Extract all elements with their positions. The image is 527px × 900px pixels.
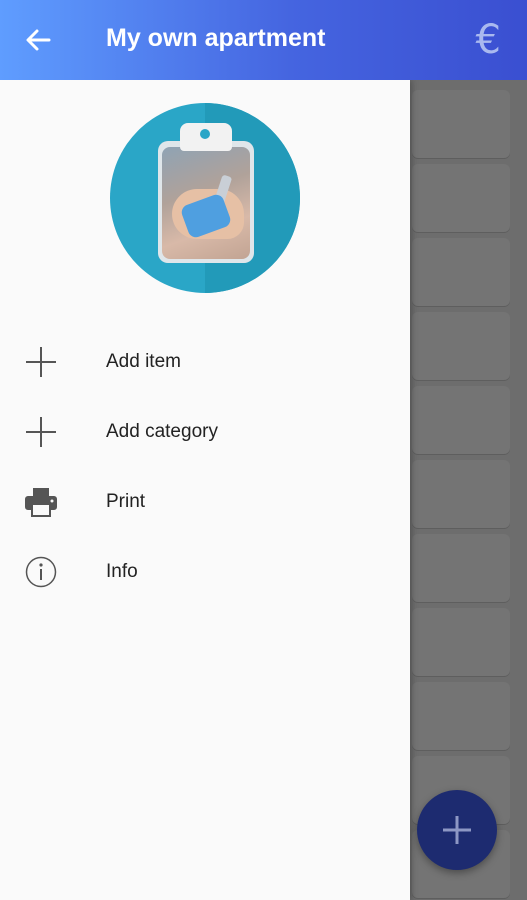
arrow-left-icon[interactable] (24, 26, 52, 54)
keys-photo (162, 147, 250, 259)
drawer-item-label: Print (106, 491, 146, 512)
drawer-item-label: Add category (106, 421, 218, 442)
info-icon (24, 555, 58, 589)
drawer-item-label: Add item (106, 351, 181, 372)
printer-icon (24, 485, 58, 519)
navigation-drawer: Add item Add category Print Info (0, 80, 410, 900)
list-card (412, 90, 510, 158)
drawer-item-label: Info (106, 561, 138, 582)
add-fab-button[interactable] (417, 790, 497, 870)
list-card (412, 460, 510, 528)
drawer-item-add-category[interactable]: Add category (0, 402, 410, 462)
header-avatar (110, 103, 300, 293)
list-card (412, 164, 510, 232)
plus-icon (24, 415, 58, 449)
page-title: My own apartment (106, 24, 326, 52)
clipboard-clip (180, 123, 232, 151)
list-card (412, 386, 510, 454)
clipboard-icon (158, 141, 254, 263)
list-card (412, 312, 510, 380)
list-card (412, 534, 510, 602)
plus-icon (24, 345, 58, 379)
drawer-item-info[interactable]: Info (0, 542, 410, 602)
euro-icon[interactable]: € (476, 16, 501, 64)
plus-icon (443, 816, 471, 844)
list-card (412, 682, 510, 750)
list-card (412, 608, 510, 676)
list-card (412, 238, 510, 306)
drawer-item-add-item[interactable]: Add item (0, 332, 410, 392)
app-bar: My own apartment € (0, 0, 527, 80)
drawer-item-print[interactable]: Print (0, 472, 410, 532)
